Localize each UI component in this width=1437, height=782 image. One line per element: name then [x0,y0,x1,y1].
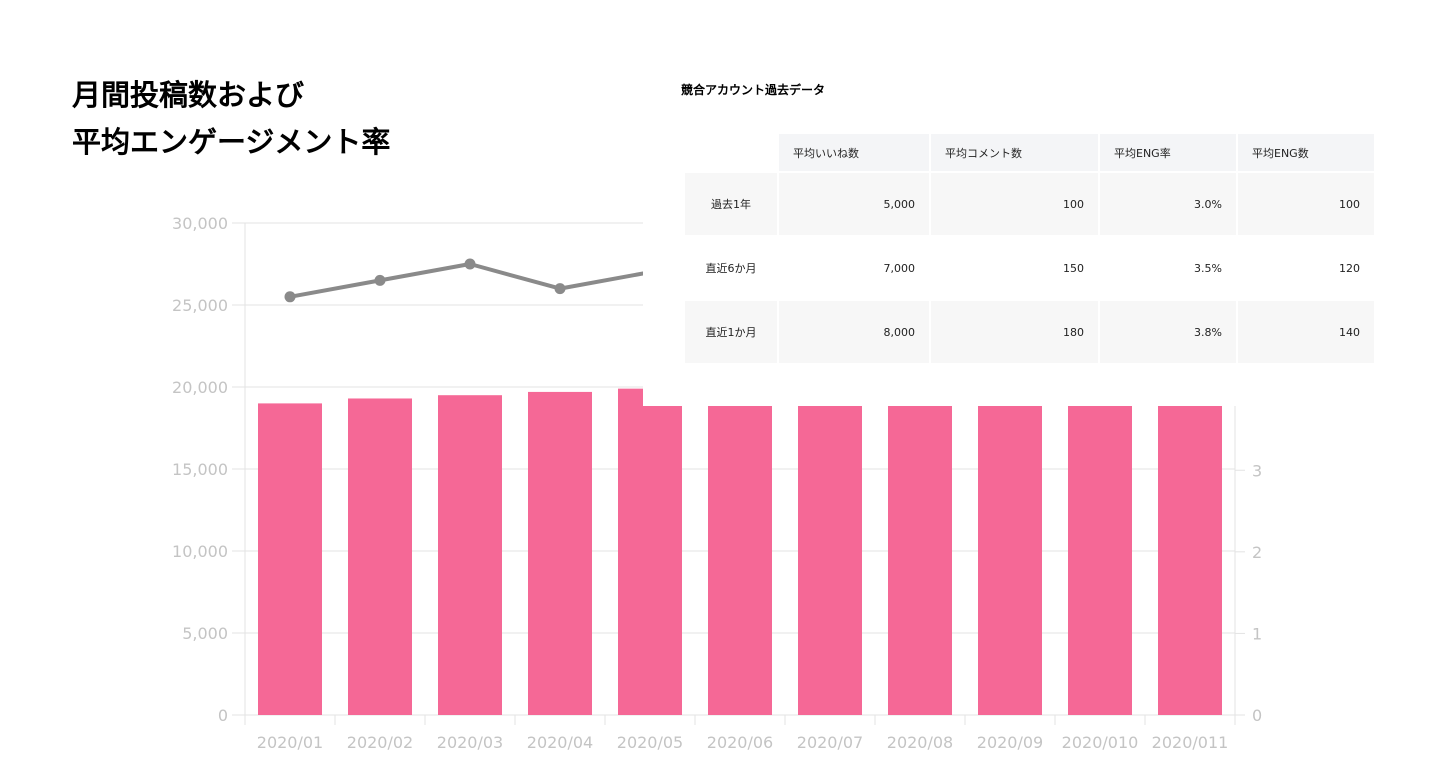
chart-title-line-1: 月間投稿数および [72,78,305,112]
table-row-label: 直近1か月 [685,301,777,363]
y-right-tick-label: 3 [1252,461,1262,480]
line-point [464,258,476,270]
x-tick-label: 2020/06 [707,733,773,752]
bar [348,398,412,715]
y-left-tick-label: 30,000 [172,214,228,233]
y-right-tick-label: 0 [1252,706,1262,725]
y-left-tick-label: 10,000 [172,542,228,561]
chart-title-line-2: 平均エンゲージメント率 [72,125,391,159]
table-header-row: 平均いいね数 平均コメント数 平均ENG率 平均ENG数 [685,134,1374,171]
bar [978,403,1042,715]
table-header-avg-eng-count: 平均ENG数 [1238,134,1374,171]
x-tick-label: 2020/03 [437,733,503,752]
x-tick-label: 2020/04 [527,733,593,752]
table-cell: 180 [931,301,1098,363]
y-right-tick-label: 2 [1252,543,1262,562]
x-tick-label: 2020/011 [1152,733,1229,752]
x-tick-label: 2020/08 [887,733,953,752]
table-row: 直近6か月 7,000 150 3.5% 120 [685,237,1374,299]
table-cell: 150 [931,237,1098,299]
bar [798,403,862,715]
table-cell: 100 [1238,173,1374,235]
y-left-tick-label: 25,000 [172,296,228,315]
x-tick-label: 2020/09 [977,733,1043,752]
table-header-avg-comments: 平均コメント数 [931,134,1098,171]
table-cell: 7,000 [779,237,929,299]
y-left-tick-label: 5,000 [182,624,228,643]
table-row-label: 過去1年 [685,173,777,235]
bar [258,403,322,715]
x-tick-label: 2020/07 [797,733,863,752]
y-left-tick-label: 20,000 [172,378,228,397]
bar [528,391,592,715]
table-cell: 100 [931,173,1098,235]
y-right-tick-label: 1 [1252,624,1262,643]
table-cell: 8,000 [779,301,929,363]
table-cell: 3.0% [1100,173,1236,235]
table-row-label: 直近6か月 [685,237,777,299]
chart-title: 月間投稿数および 平均エンゲージメント率 [72,72,390,166]
x-tick-label: 2020/01 [257,733,323,752]
x-tick-label: 2020/02 [347,733,413,752]
x-tick-label: 2020/05 [617,733,683,752]
table-header-avg-likes: 平均いいね数 [779,134,929,171]
x-tick-label: 2020/010 [1062,733,1139,752]
bar [888,403,952,715]
y-left-tick-label: 0 [218,706,228,725]
competitor-table: 平均いいね数 平均コメント数 平均ENG率 平均ENG数 過去1年 5,000 … [683,132,1376,365]
line-point [284,291,296,303]
bar [618,388,682,715]
table-row: 過去1年 5,000 100 3.0% 100 [685,173,1374,235]
table-cell: 140 [1238,301,1374,363]
table-header-avg-eng-rate: 平均ENG率 [1100,134,1236,171]
bar [1068,403,1132,715]
bar [1158,403,1222,715]
bar [438,395,502,715]
line-point [554,283,566,295]
competitor-data-panel: 競合アカウント過去データ 平均いいね数 平均コメント数 平均ENG率 平均ENG… [643,70,1383,406]
bar [708,403,772,715]
table-cell: 3.5% [1100,237,1236,299]
line-point [374,274,386,286]
table-row: 直近1か月 8,000 180 3.8% 140 [685,301,1374,363]
y-left-tick-label: 15,000 [172,460,228,479]
table-cell: 120 [1238,237,1374,299]
table-cell: 3.8% [1100,301,1236,363]
table-title: 競合アカウント過去データ [681,83,826,97]
table-header-blank [685,134,777,171]
table-cell: 5,000 [779,173,929,235]
